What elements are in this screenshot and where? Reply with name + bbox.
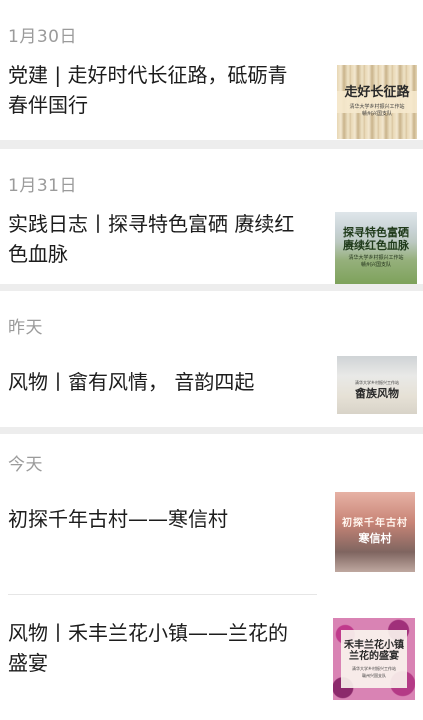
article-title-line: 初探千年古村——寒信村 — [8, 507, 228, 531]
thumbnail-headline: 兰花的盛宴 — [349, 651, 399, 662]
date-group-today: 今天 初探千年古村——寒信村 初探千年古村 寒信村 风物丨禾丰兰花小镇——兰花的… — [0, 434, 423, 720]
article-title-line: 春伴国行 — [8, 93, 88, 117]
article-history-page: 1月30日 党建 | 走好时代长征路，砥砺青 春伴国行 走好长征路 清华大学乡村… — [0, 0, 423, 720]
article-thumbnail[interactable]: 禾丰兰花小镇 兰花的盛宴 清华大学乡村振兴工作站 赣州兴国支队 — [333, 618, 415, 700]
article-title-line: 色血脉 — [8, 242, 68, 266]
date-label: 今天 — [8, 455, 43, 475]
article-thumbnail[interactable]: 初探千年古村 寒信村 — [335, 492, 415, 572]
date-label: 1月31日 — [8, 176, 77, 196]
thumbnail-subtitle: 赣州兴国支队 — [362, 672, 386, 678]
date-group-jan31: 1月31日 实践日志丨探寻特色富硒 赓续红 色血脉 探寻特色富硒 赓续红色血脉 … — [0, 149, 423, 284]
article-title-line: 盛宴 — [8, 651, 48, 675]
article-title: 党建 | 走好时代长征路，砥砺青 春伴国行 — [8, 60, 314, 120]
article-title-line: 风物丨畲有风情， 音韵四起 — [8, 370, 255, 394]
thumbnail-headline: 寒信村 — [358, 532, 392, 546]
thumbnail-subtitle: 赣州兴国支队 — [360, 262, 391, 269]
date-label: 昨天 — [8, 318, 43, 338]
article-title-line: 党建 | 走好时代长征路，砥砺青 — [8, 63, 288, 87]
article-title: 初探千年古村——寒信村 — [8, 504, 314, 534]
date-group-jan30: 1月30日 党建 | 走好时代长征路，砥砺青 春伴国行 走好长征路 清华大学乡村… — [0, 0, 423, 140]
thumbnail-headline: 禾丰兰花小镇 — [344, 639, 404, 651]
thumbnail-headline: 畲族风物 — [355, 387, 399, 401]
thumbnail-subtitle: 赣州兴国支队 — [361, 111, 392, 118]
article-thumbnail[interactable]: 探寻特色富硒 赓续红色血脉 清华大学乡村振兴工作站 赣州兴国支队 — [335, 212, 417, 284]
article-item[interactable]: 风物丨禾丰兰花小镇——兰花的 盛宴 禾丰兰花小镇 兰花的盛宴 清华大学乡村振兴工… — [0, 612, 423, 720]
thumbnail-headline: 赓续红色血脉 — [343, 238, 409, 252]
thumbnail-headline: 初探千年古村 — [342, 517, 408, 529]
article-title: 实践日志丨探寻特色富硒 赓续红 色血脉 — [8, 209, 314, 269]
article-title-line: 风物丨禾丰兰花小镇——兰花的 — [8, 621, 288, 645]
article-item[interactable]: 初探千年古村——寒信村 初探千年古村 寒信村 — [0, 486, 423, 596]
article-item[interactable]: 风物丨畲有风情， 音韵四起 清华大学乡村振兴工作站 畲族风物 — [0, 351, 423, 417]
article-title: 风物丨畲有风情， 音韵四起 — [8, 367, 314, 397]
list-divider — [8, 594, 317, 595]
article-item[interactable]: 党建 | 走好时代长征路，砥砺青 春伴国行 走好长征路 清华大学乡村振兴工作站 … — [0, 58, 423, 140]
thumbnail-headline: 走好长征路 — [344, 84, 410, 100]
thumbnail-subtitle: 清华大学乡村振兴工作站 — [352, 665, 396, 671]
article-item[interactable]: 实践日志丨探寻特色富硒 赓续红 色血脉 探寻特色富硒 赓续红色血脉 清华大学乡村… — [0, 207, 423, 284]
thumbnail-headline: 探寻特色富硒 — [343, 225, 409, 239]
article-title-line: 实践日志丨探寻特色富硒 赓续红 — [8, 212, 295, 236]
date-group-yesterday: 昨天 风物丨畲有风情， 音韵四起 清华大学乡村振兴工作站 畲族风物 — [0, 291, 423, 427]
date-label: 1月30日 — [8, 27, 77, 47]
thumbnail-subtitle: 清华大学乡村振兴工作站 — [355, 380, 399, 386]
article-title: 风物丨禾丰兰花小镇——兰花的 盛宴 — [8, 618, 314, 678]
article-thumbnail[interactable]: 清华大学乡村振兴工作站 畲族风物 — [337, 356, 417, 414]
article-thumbnail[interactable]: 走好长征路 清华大学乡村振兴工作站 赣州兴国支队 — [337, 65, 417, 139]
